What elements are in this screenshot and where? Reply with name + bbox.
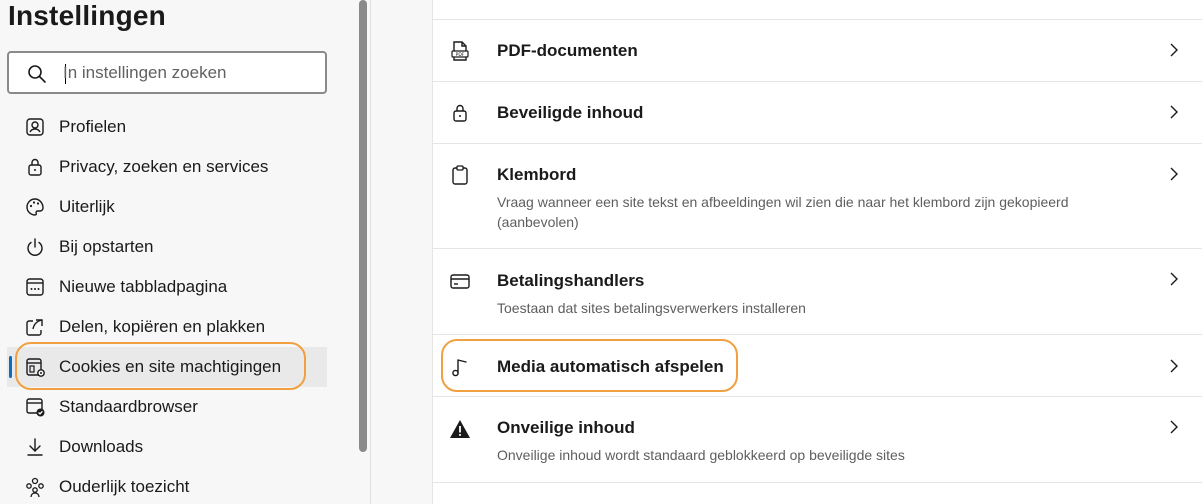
sidebar-item-cookies[interactable]: Cookies en site machtigingen <box>7 347 327 387</box>
lock-icon <box>23 155 47 179</box>
sidebar-item-share[interactable]: Delen, kopiëren en plakken <box>0 307 356 347</box>
card-icon <box>450 274 470 289</box>
download-icon <box>23 435 47 459</box>
chevron-right-icon[interactable] <box>1167 104 1181 120</box>
settings-nav: Profielen Privacy, zoeken en services Ui… <box>0 107 356 504</box>
search-input[interactable] <box>63 61 319 85</box>
warning-icon <box>450 420 470 438</box>
new-tab-icon <box>23 275 47 299</box>
sidebar-item-label: Bij opstarten <box>59 237 154 256</box>
share-icon <box>23 315 47 339</box>
permission-row-pdf[interactable]: PDF PDF-documenten <box>433 20 1202 82</box>
pdf-icon: PDF <box>451 41 469 61</box>
power-icon <box>23 235 47 259</box>
permission-row-media-autoplay[interactable]: Media automatisch afspelen <box>433 335 1202 397</box>
chevron-right-icon[interactable] <box>1167 42 1181 58</box>
row-title: Onveilige inhoud <box>497 418 635 437</box>
permission-row-insecure-content[interactable]: Onveilige inhoud Onveilige inhoud wordt … <box>433 397 1202 483</box>
sidebar-scrollbar-thumb[interactable] <box>359 0 367 452</box>
sidebar-item-label: Profielen <box>59 117 127 136</box>
row-title: PDF-documenten <box>497 41 638 60</box>
sidebar-item-label: Delen, kopiëren en plakken <box>59 317 266 336</box>
chevron-right-icon[interactable] <box>1167 419 1181 435</box>
sidebar-item-startup[interactable]: Bij opstarten <box>0 227 356 267</box>
sidebar-item-appearance[interactable]: Uiterlijk <box>0 187 356 227</box>
permission-row-payment-handlers[interactable]: Betalingshandlers Toestaan dat sites bet… <box>433 249 1202 335</box>
search-box[interactable] <box>7 51 327 94</box>
chevron-right-icon[interactable] <box>1167 271 1181 287</box>
row-title: Klembord <box>497 165 577 184</box>
row-description: Onveilige inhoud wordt standaard geblokk… <box>497 447 905 463</box>
sidebar-item-downloads[interactable]: Downloads <box>0 427 356 467</box>
sidebar-item-label: Standaardbrowser <box>59 397 198 416</box>
palette-icon <box>23 195 47 219</box>
sidebar-item-label: Privacy, zoeken en services <box>59 157 269 176</box>
permission-row-protected-content[interactable]: Beveiligde inhoud <box>433 82 1202 144</box>
settings-sidebar: Instellingen Profielen Privacy, zoeken e… <box>0 0 356 504</box>
family-icon <box>23 475 47 499</box>
music-note-icon <box>452 359 467 377</box>
sidebar-item-label: Ouderlijk toezicht <box>59 477 190 496</box>
default-browser-icon <box>23 395 47 419</box>
row-description: Vraag wanneer een site tekst en afbeeldi… <box>497 194 1069 230</box>
row-title: Beveiligde inhoud <box>497 103 644 122</box>
sidebar-item-label: Cookies en site machtigingen <box>59 357 282 376</box>
permission-row-clipboard[interactable]: Klembord Vraag wanneer een site tekst en… <box>433 144 1202 249</box>
row-title: Betalingshandlers <box>497 271 645 290</box>
permissions-card: PDF PDF-documenten Beveiligde inhoud Kle… <box>432 0 1202 504</box>
chevron-right-icon[interactable] <box>1167 166 1181 182</box>
sidebar-item-profiles[interactable]: Profielen <box>0 107 356 147</box>
sidebar-item-label: Uiterlijk <box>59 197 115 216</box>
clipboard-icon <box>452 165 468 185</box>
sidebar-item-privacy[interactable]: Privacy, zoeken en services <box>0 147 356 187</box>
list-item-partial <box>433 0 1202 20</box>
chevron-right-icon[interactable] <box>1167 358 1181 374</box>
sidebar-item-family[interactable]: Ouderlijk toezicht <box>0 467 356 504</box>
lock-icon <box>453 104 467 122</box>
svg-text:PDF: PDF <box>456 52 465 58</box>
row-title: Media automatisch afspelen <box>497 357 724 376</box>
sidebar-item-new-tab[interactable]: Nieuwe tabbladpagina <box>0 267 356 307</box>
cookies-icon <box>23 355 47 379</box>
sidebar-item-label: Nieuwe tabbladpagina <box>59 277 228 296</box>
row-description: Toestaan dat sites betalingsverwerkers i… <box>497 300 806 316</box>
profile-icon <box>23 115 47 139</box>
page-title: Instellingen <box>8 0 166 31</box>
search-icon <box>28 65 46 83</box>
sidebar-item-default-browser[interactable]: Standaardbrowser <box>0 387 356 427</box>
sidebar-item-label: Downloads <box>59 437 144 456</box>
